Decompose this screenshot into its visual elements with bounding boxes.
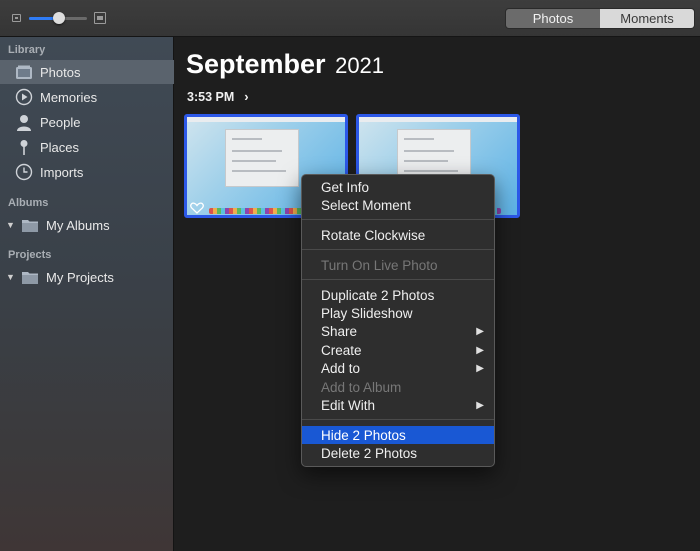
tab-moments[interactable]: Moments: [600, 9, 694, 28]
moment-time: 3:53 PM: [187, 89, 235, 104]
disclosure-triangle-icon[interactable]: ▼: [6, 272, 16, 282]
disclosure-triangle-icon[interactable]: ▼: [6, 220, 16, 230]
chevron-right-icon: ›: [244, 89, 249, 104]
submenu-arrow-icon: ▶: [476, 325, 484, 337]
menu-separator: [302, 419, 494, 420]
sidebar-item-places[interactable]: Places: [0, 135, 174, 159]
context-menu: Get Info Select Moment Rotate Clockwise …: [301, 174, 495, 467]
menu-separator: [302, 249, 494, 250]
sidebar-item-photos[interactable]: Photos: [0, 60, 174, 84]
screenshot-menubar: [359, 117, 517, 122]
page-title: September 2021: [186, 49, 384, 80]
memories-icon: [14, 88, 34, 106]
toolbar: Photos Moments: [0, 0, 700, 37]
title-month: September: [186, 49, 326, 79]
menu-item-share[interactable]: Share ▶: [302, 322, 494, 340]
moment-time-link[interactable]: 3:53 PM ›: [187, 89, 249, 104]
sidebar-item-imports[interactable]: Imports: [0, 160, 174, 184]
menu-item-duplicate[interactable]: Duplicate 2 Photos: [302, 286, 494, 304]
submenu-arrow-icon: ▶: [476, 362, 484, 374]
menu-item-create[interactable]: Create ▶: [302, 341, 494, 359]
section-header-projects: Projects: [8, 249, 52, 261]
sidebar-item-my-projects[interactable]: ▼ My Projects: [0, 265, 174, 289]
zoom-knob[interactable]: [53, 12, 66, 24]
submenu-arrow-icon: ▶: [476, 344, 484, 356]
screenshot-window: [225, 129, 299, 187]
title-year: 2021: [335, 53, 385, 78]
menu-item-add-to-album: Add to Album: [321, 379, 402, 395]
sidebar-item-label: Imports: [40, 164, 84, 180]
folder-icon: [20, 216, 40, 234]
section-header-library: Library: [8, 44, 46, 56]
folder-icon: [20, 268, 40, 286]
menu-item-turn-on-live-photo: Turn On Live Photo: [321, 257, 438, 273]
sidebar-item-label: Places: [40, 139, 80, 155]
sidebar-item-label: My Projects: [46, 269, 114, 285]
menu-separator: [302, 279, 494, 280]
small-thumbnail-icon: [12, 14, 21, 22]
sidebar-item-label: My Albums: [46, 217, 110, 233]
sidebar-item-label: Memories: [40, 89, 98, 105]
section-header-albums: Albums: [8, 197, 49, 209]
sidebar-item-my-albums[interactable]: ▼ My Albums: [0, 213, 174, 237]
sidebar-item-label: People: [40, 114, 81, 130]
tab-photos[interactable]: Photos: [506, 9, 600, 28]
screenshot-menubar: [187, 117, 345, 122]
pin-icon: [14, 138, 34, 156]
menu-item-get-info[interactable]: Get Info: [302, 178, 494, 196]
sidebar-item-people[interactable]: People: [0, 110, 174, 134]
heart-icon[interactable]: [190, 201, 204, 214]
zoom-slider[interactable]: [12, 10, 107, 26]
menu-item-edit-with[interactable]: Edit With ▶: [302, 396, 494, 414]
menu-item-select-moment[interactable]: Select Moment: [302, 196, 494, 214]
menu-item-play-slideshow[interactable]: Play Slideshow: [302, 304, 494, 322]
menu-separator: [302, 219, 494, 220]
sidebar-item-label: Photos: [40, 64, 81, 80]
photos-icon: [14, 63, 34, 81]
menu-item-hide-photos[interactable]: Hide 2 Photos: [302, 426, 494, 444]
sidebar: Library Photos Memories People Places Im…: [0, 37, 174, 551]
clock-icon: [14, 163, 34, 181]
view-segmented-control: Photos Moments: [505, 8, 695, 29]
large-thumbnail-icon: [94, 12, 106, 24]
menu-item-delete-photos[interactable]: Delete 2 Photos: [302, 444, 494, 462]
menu-item-add-to[interactable]: Add to ▶: [302, 359, 494, 377]
sidebar-item-memories[interactable]: Memories: [0, 85, 174, 109]
menu-item-rotate-clockwise[interactable]: Rotate Clockwise: [302, 226, 494, 244]
submenu-arrow-icon: ▶: [476, 399, 484, 411]
person-icon: [14, 113, 34, 131]
